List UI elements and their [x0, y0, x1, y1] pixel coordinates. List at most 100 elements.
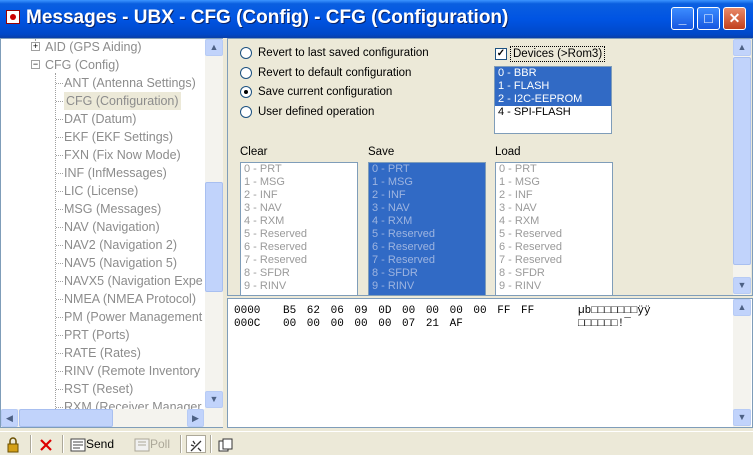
minimize-button[interactable]: _	[671, 7, 694, 30]
group-item[interactable]: 2 - INF	[369, 189, 485, 202]
tree-item[interactable]: NMEA (NMEA Protocol)	[1, 290, 204, 308]
group-item[interactable]: 3 - NAV	[496, 202, 612, 215]
scroll-up-icon[interactable]: ▲	[733, 39, 751, 56]
group-item[interactable]: 9 - RINV	[496, 280, 612, 293]
delete-icon[interactable]	[39, 435, 53, 453]
scroll-down-icon[interactable]: ▼	[733, 277, 751, 294]
tree-item-label: RST (Reset)	[64, 382, 134, 396]
tree-item-label: CFG (Config)	[45, 58, 120, 72]
group-item[interactable]: 5 - Reserved	[496, 228, 612, 241]
tree-item[interactable]: + AID (GPS Aiding)	[1, 39, 204, 56]
group-item[interactable]: 2 - INF	[241, 189, 357, 202]
send-icon	[70, 438, 86, 452]
radio-button[interactable]	[240, 47, 252, 59]
clear-list[interactable]: 0 - PRT 1 - MSG 2 - INF 3 - NAV 4 - RXM 5 - R…	[240, 162, 358, 296]
tree-item[interactable]: LIC (License)	[1, 182, 204, 200]
group-item[interactable]: 1 - MSG	[241, 176, 357, 189]
tree-item[interactable]: RXM (Receiver Manager	[1, 398, 204, 409]
group-item[interactable]: 0 - PRT	[496, 163, 612, 176]
group-item[interactable]: 8 - SFDR	[496, 267, 612, 280]
poll-button[interactable]: Poll	[134, 435, 170, 453]
scroll-down-icon[interactable]: ▼	[205, 391, 223, 408]
group-item[interactable]: 4 - RXM	[496, 215, 612, 228]
copy-icon[interactable]	[218, 435, 234, 453]
scroll-right-icon[interactable]: ▶	[187, 409, 204, 427]
tree-item-label: DAT (Datum)	[64, 112, 137, 126]
group-item[interactable]: 9 - RINV	[369, 280, 485, 293]
tree-item[interactable]: NAV2 (Navigation 2)	[1, 236, 204, 254]
group-item[interactable]: 6 - Reserved	[369, 241, 485, 254]
group-item[interactable]: 5 - Reserved	[241, 228, 357, 241]
hex-view[interactable]: 0000 B5 62 06 09 0D 00 00 00 00 FF FF µb□□…	[227, 298, 753, 428]
tree-item[interactable]: ANT (Antenna Settings)	[1, 74, 204, 92]
group-item[interactable]: 2 - INF	[496, 189, 612, 202]
radio-button[interactable]	[240, 67, 252, 79]
tree-item[interactable]: FXN (Fix Now Mode)	[1, 146, 204, 164]
tree-item[interactable]: RATE (Rates)	[1, 344, 204, 362]
tree-item[interactable]: RINV (Remote Inventory	[1, 362, 204, 380]
tree-horizontal-scrollbar[interactable]: ◀ ▶	[1, 409, 223, 427]
tree-item[interactable]: − CFG (Config)	[1, 56, 204, 74]
scroll-up-icon[interactable]: ▲	[205, 39, 223, 56]
send-label: Send	[86, 437, 115, 451]
group-item[interactable]: 6 - Reserved	[241, 241, 357, 254]
scroll-thumb[interactable]	[205, 182, 223, 292]
lock-icon[interactable]	[6, 435, 20, 453]
tree-item[interactable]: MSG (Messages)	[1, 200, 204, 218]
group-item[interactable]: 1 - MSG	[369, 176, 485, 189]
group-item[interactable]: 8 - SFDR	[369, 267, 485, 280]
group-item[interactable]: 9 - RINV	[241, 280, 357, 293]
group-item[interactable]: 8 - SFDR	[241, 267, 357, 280]
device-item[interactable]: 2 - I2C-EEPROM	[495, 93, 611, 106]
device-item[interactable]: 0 - BBR	[495, 67, 611, 80]
hex-vertical-scrollbar[interactable]: ▲ ▼	[733, 299, 751, 427]
group-item[interactable]: 6 - Reserved	[496, 241, 612, 254]
tree-item[interactable]: NAVX5 (Navigation Expe	[1, 272, 204, 290]
tree-vertical-scrollbar[interactable]: ▲ ▼	[205, 39, 223, 409]
tree-item[interactable]: RST (Reset)	[1, 380, 204, 398]
scroll-down-icon[interactable]: ▼	[733, 409, 751, 426]
scroll-thumb[interactable]	[733, 57, 751, 265]
config-vertical-scrollbar[interactable]: ▲ ▼	[733, 39, 751, 295]
maximize-button[interactable]: □	[697, 7, 720, 30]
group-item[interactable]: 7 - Reserved	[369, 254, 485, 267]
group-item[interactable]: 7 - Reserved	[496, 254, 612, 267]
close-button[interactable]: ✕	[723, 7, 746, 30]
devices-checkbox[interactable]: ✓	[495, 48, 507, 60]
scroll-left-icon[interactable]: ◀	[1, 409, 18, 427]
device-item[interactable]: 4 - SPI-FLASH	[495, 106, 611, 119]
group-item[interactable]: 3 - NAV	[369, 202, 485, 215]
hex-offset: 000C	[234, 318, 261, 330]
tree-item[interactable]: INF (InfMessages)	[1, 164, 204, 182]
app-icon[interactable]	[6, 10, 20, 24]
message-tree[interactable]: + AID (GPS Aiding) − CFG (Config) ANT (Anten…	[0, 38, 223, 428]
tree-item-label: NAV2 (Navigation 2)	[64, 238, 178, 252]
device-item[interactable]: 1 - FLASH	[495, 80, 611, 93]
group-item[interactable]: 4 - RXM	[369, 215, 485, 228]
tree-item[interactable]: PRT (Ports)	[1, 326, 204, 344]
load-list[interactable]: 0 - PRT 1 - MSG 2 - INF 3 - NAV 4 - RXM 5 - R…	[495, 162, 613, 296]
scroll-up-icon[interactable]: ▲	[733, 299, 751, 316]
send-button[interactable]: Send	[70, 435, 114, 453]
group-item[interactable]: 7 - Reserved	[241, 254, 357, 267]
hscroll-thumb[interactable]	[19, 409, 113, 427]
tree-item[interactable]: DAT (Datum)	[1, 110, 204, 128]
group-item[interactable]: 3 - NAV	[241, 202, 357, 215]
tree-item[interactable]: EKF (EKF Settings)	[1, 128, 204, 146]
radio-button[interactable]	[240, 86, 252, 98]
tree-item[interactable]: NAV (Navigation)	[1, 218, 204, 236]
radio-button[interactable]	[240, 106, 252, 118]
tree-item[interactable]: PM (Power Management	[1, 308, 204, 326]
tree-item[interactable]: CFG (Configuration)	[1, 92, 204, 110]
devices-list[interactable]: 0 - BBR 1 - FLASH 2 - I2C-EEPROM 4 - SPI-FL…	[494, 66, 612, 134]
collapse-icon[interactable]: −	[31, 60, 40, 69]
group-item[interactable]: 0 - PRT	[241, 163, 357, 176]
tree-item[interactable]: NAV5 (Navigation 5)	[1, 254, 204, 272]
expand-icon[interactable]: +	[31, 42, 40, 51]
auto-poll-icon[interactable]	[186, 435, 206, 453]
group-item[interactable]: 4 - RXM	[241, 215, 357, 228]
group-item[interactable]: 1 - MSG	[496, 176, 612, 189]
group-item[interactable]: 0 - PRT	[369, 163, 485, 176]
save-list[interactable]: 0 - PRT 1 - MSG 2 - INF 3 - NAV 4 - RXM 5 - R…	[368, 162, 486, 296]
group-item[interactable]: 5 - Reserved	[369, 228, 485, 241]
